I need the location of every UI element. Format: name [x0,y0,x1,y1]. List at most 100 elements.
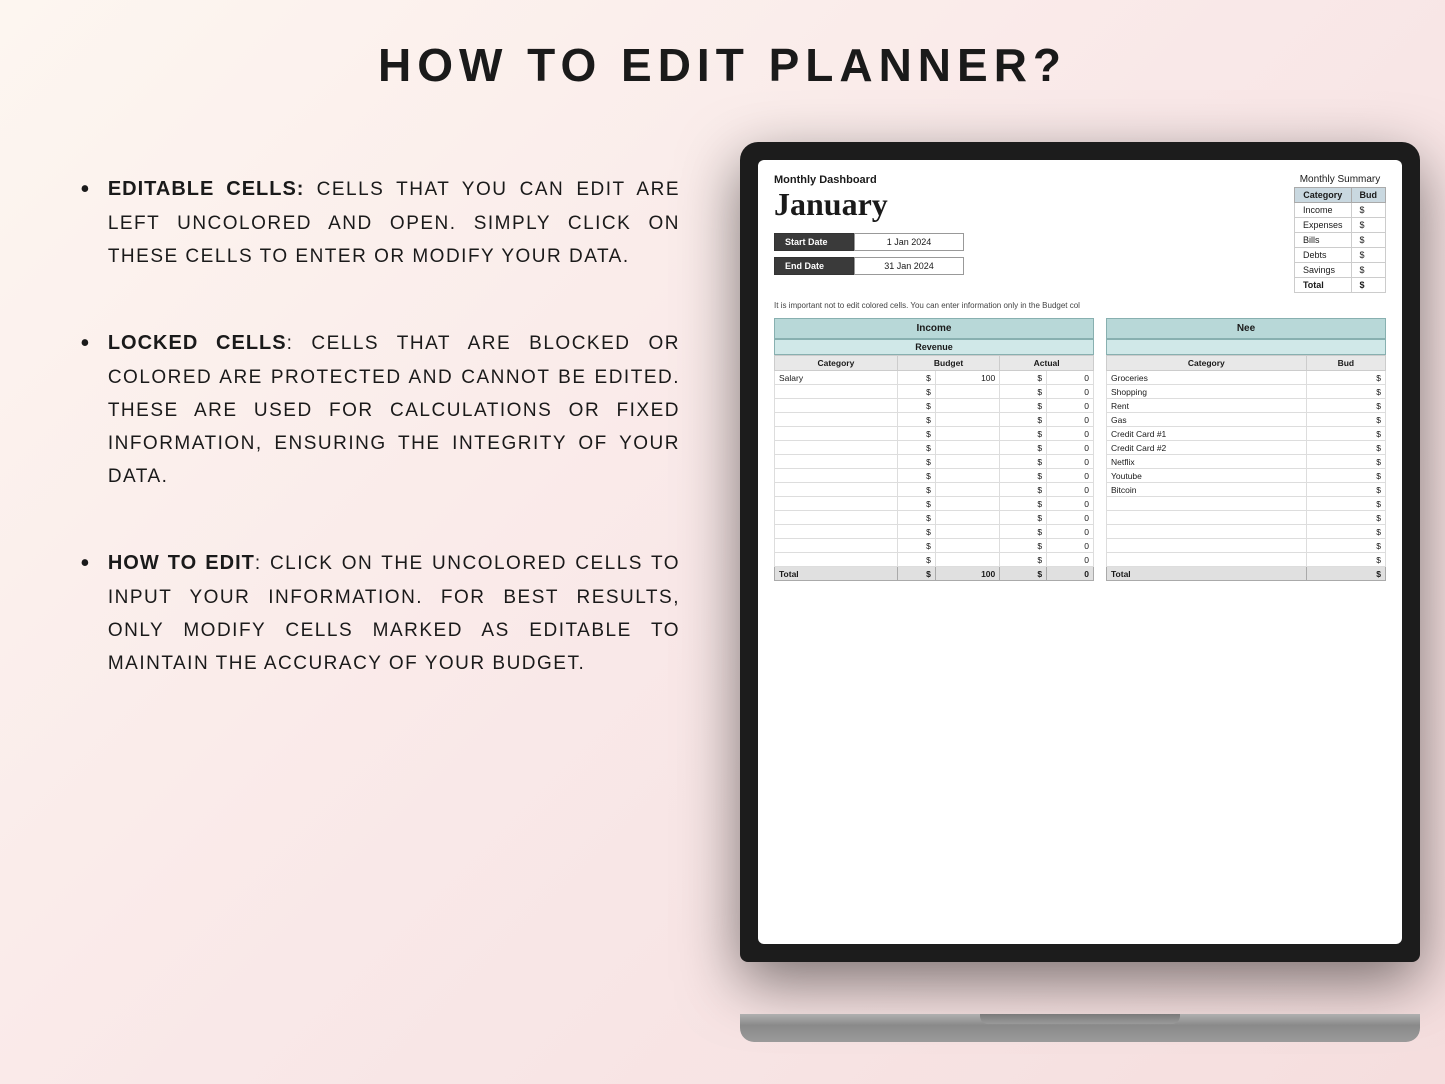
summary-row-bills: Bills $ [1294,233,1385,248]
start-date-label: Start Date [774,233,854,251]
bullet-text-2: Locked Cells: Cells that are blocked or … [108,326,680,494]
income-total-row: Total $100 $0 [775,567,1094,581]
summary-income-label: Income [1294,203,1351,218]
bullet-dot-3: • [80,548,90,580]
income-row-8: $$0 [775,469,1094,483]
bullet-item-2: • Locked Cells: Cells that are blocked o… [80,326,680,494]
income-row-13: $$0 [775,539,1094,553]
summary-income-val[interactable]: $ [1351,203,1386,218]
laptop-screen: Monthly Dashboard January Start Date 1 J… [758,160,1402,944]
laptop-base [740,1014,1420,1042]
spreadsheet: Monthly Dashboard January Start Date 1 J… [758,160,1402,944]
needs-section: Nee Category Bud [1106,318,1386,581]
summary-row-debts: Debts $ [1294,248,1385,263]
income-row-6: $$0 [775,441,1094,455]
needs-row-11: $ [1107,511,1386,525]
monthly-summary-section: Monthly Summary Category Bud [1294,174,1386,293]
income-row-7: $$0 [775,455,1094,469]
income-row-9: $$0 [775,483,1094,497]
spreadsheet-note: It is important not to edit colored cell… [774,301,1386,310]
needs-row-10: $ [1107,497,1386,511]
needs-col-budget: Bud [1306,356,1385,371]
bullet-dot-1: • [80,174,90,206]
summary-bills-val[interactable]: $ [1351,233,1386,248]
needs-row-shopping: Shopping$ [1107,385,1386,399]
monthly-dashboard-label: Monthly Dashboard January Start Date 1 J… [774,174,964,293]
needs-sub-header [1106,339,1386,355]
end-date-label: End Date [774,257,854,275]
summary-col-bud: Bud [1351,188,1386,203]
income-col-budget: Budget [897,356,1000,371]
needs-row-netflix: Netflix$ [1107,455,1386,469]
summary-row-expenses: Expenses $ [1294,218,1385,233]
page-title: HOW TO EDIT PLANNER? [0,0,1445,92]
summary-savings-val[interactable]: $ [1351,263,1386,278]
income-header: Income [774,318,1094,339]
monthly-summary-title: Monthly Summary [1294,174,1386,185]
start-date-row: Start Date 1 Jan 2024 [774,233,964,251]
summary-table: Category Bud Income $ [1294,187,1386,293]
summary-debts-val[interactable]: $ [1351,248,1386,263]
income-row-12: $$0 [775,525,1094,539]
end-date-row: End Date 31 Jan 2024 [774,257,964,275]
needs-col-category: Category [1107,356,1307,371]
summary-expenses-val[interactable]: $ [1351,218,1386,233]
right-column: Monthly Dashboard January Start Date 1 J… [740,142,1420,1042]
bullet-dot-2: • [80,328,90,360]
content-area: • Editable Cells: Cells that you can edi… [0,92,1445,1042]
needs-row-14: $ [1107,553,1386,567]
needs-row-13: $ [1107,539,1386,553]
needs-row-groceries: Groceries$ [1107,371,1386,385]
needs-row-youtube: Youtube$ [1107,469,1386,483]
bullet-item-3: • How to Edit: Click on the uncolored ce… [80,546,680,681]
needs-row-cc1: Credit Card #1$ [1107,427,1386,441]
income-row-14: $$0 [775,553,1094,567]
needs-row-12: $ [1107,525,1386,539]
month-label: January [774,186,964,223]
bullet-body-2: : Cells that are blocked or colored are … [108,333,680,488]
income-row-3: $$0 [775,399,1094,413]
income-row-10: $$0 [775,497,1094,511]
needs-row-rent: Rent$ [1107,399,1386,413]
laptop-screen-bezel: Monthly Dashboard January Start Date 1 J… [740,142,1420,962]
tables-row: Income Revenue Category Budget Actual [774,318,1386,581]
left-column: • Editable Cells: Cells that you can edi… [80,152,680,732]
spreadsheet-top-row: Monthly Dashboard January Start Date 1 J… [774,174,1386,293]
summary-row-total: Total $ [1294,278,1385,293]
bullet-bold-3: How to Edit [108,552,255,574]
summary-total-val: $ [1351,278,1386,293]
summary-col-category: Category [1294,188,1351,203]
bullet-item-1: • Editable Cells: Cells that you can edi… [80,172,680,274]
income-row-5: $$0 [775,427,1094,441]
bullet-text-3: How to Edit: Click on the uncolored cell… [108,546,680,681]
summary-debts-label: Debts [1294,248,1351,263]
summary-total-label: Total [1294,278,1351,293]
revenue-sub-header: Revenue [774,339,1094,355]
income-table: Category Budget Actual Salary $1 [774,355,1094,581]
summary-expenses-label: Expenses [1294,218,1351,233]
income-col-actual: Actual [1000,356,1094,371]
summary-row-savings: Savings $ [1294,263,1385,278]
summary-row-income: Income $ [1294,203,1385,218]
income-col-category: Category [775,356,898,371]
start-date-value[interactable]: 1 Jan 2024 [854,233,964,251]
income-row-salary: Salary $100 $0 [775,371,1094,385]
needs-total-row: Total $ [1107,567,1386,581]
end-date-value[interactable]: 31 Jan 2024 [854,257,964,275]
income-row-4: $$0 [775,413,1094,427]
laptop: Monthly Dashboard January Start Date 1 J… [740,142,1420,1042]
bullet-text-1: Editable Cells: Cells that you can edit … [108,172,680,274]
income-row-2: $$0 [775,385,1094,399]
needs-row-gas: Gas$ [1107,413,1386,427]
summary-bills-label: Bills [1294,233,1351,248]
needs-row-bitcoin: Bitcoin$ [1107,483,1386,497]
needs-table: Category Bud Groceries$ Shopping$ Rent$ [1106,355,1386,581]
needs-row-cc2: Credit Card #2$ [1107,441,1386,455]
dashboard-title: Monthly Dashboard [774,174,964,186]
bullet-bold-2: Locked Cells [108,332,287,354]
needs-header: Nee [1106,318,1386,339]
income-row-11: $$0 [775,511,1094,525]
bullet-bold-1: Editable Cells: [108,178,305,200]
summary-savings-label: Savings [1294,263,1351,278]
income-section: Income Revenue Category Budget Actual [774,318,1094,581]
